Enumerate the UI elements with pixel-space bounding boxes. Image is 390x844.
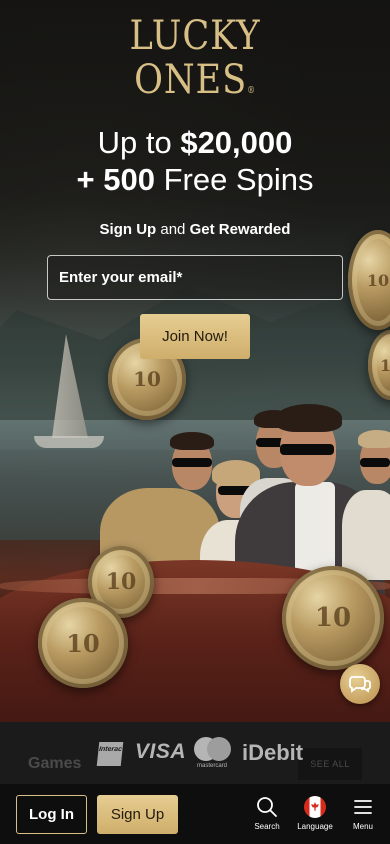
interac-logo: Interac	[96, 742, 124, 766]
headline-prefix: Up to	[97, 125, 172, 160]
headline-amount: $20,000	[180, 125, 293, 160]
payment-methods-strip: Games SEE ALL Interac VISA mastercard iD…	[0, 722, 390, 784]
chat-icon	[349, 676, 371, 693]
headline-line-1: Up to $20,000	[0, 124, 390, 161]
idebit-logo: iDebit	[242, 740, 304, 765]
promo-subline: Sign Up and Get Rewarded	[0, 221, 390, 238]
sailboat-hull	[34, 436, 104, 448]
registered-mark: ®	[247, 86, 256, 96]
nav-language-label: Language	[297, 822, 333, 831]
nav-language[interactable]: Language	[296, 796, 334, 831]
chat-button[interactable]	[340, 664, 380, 704]
email-input[interactable]	[47, 255, 343, 300]
nav-menu-label: Menu	[352, 822, 373, 831]
nav-search[interactable]: Search	[252, 796, 282, 831]
coin-decoration: 10	[38, 598, 128, 688]
canada-flag-icon	[304, 796, 326, 818]
nav-menu[interactable]: Menu	[348, 796, 378, 831]
hamburger-menu-icon	[354, 800, 372, 814]
promo-headline: Up to $20,000 + 500 Free Spins	[0, 124, 390, 198]
coin-decoration: 10	[282, 566, 384, 670]
subline-sign-up: Sign Up	[99, 221, 157, 238]
sign-up-button[interactable]: Sign Up	[97, 795, 178, 834]
subline-and: and	[160, 221, 186, 238]
mastercard-logo: mastercard	[192, 737, 232, 771]
log-in-button[interactable]: Log In	[16, 795, 87, 834]
visa-logo: VISA	[135, 740, 187, 763]
brand-logo[interactable]: LUCKY ONES®	[0, 14, 390, 113]
headline-spins-label: Free Spins	[163, 162, 314, 197]
mastercard-text: mastercard	[196, 763, 227, 769]
games-section-title: Games	[28, 755, 82, 772]
logo-line-2: ONES®	[23, 58, 366, 113]
headline-line-2: + 500 Free Spins	[0, 161, 390, 198]
see-all-link[interactable]: SEE ALL	[298, 748, 362, 780]
nav-search-label: Search	[254, 822, 280, 831]
logo-line-1: LUCKY	[129, 13, 261, 59]
search-icon	[257, 797, 277, 817]
mastercard-circle-right	[207, 737, 231, 761]
logo-line-2-text: ONES	[134, 57, 248, 103]
subline-get-rewarded: Get Rewarded	[189, 221, 291, 238]
headline-spins-count: + 500	[76, 162, 155, 197]
bottom-nav-bar: Log In Sign Up Search Language Menu	[0, 784, 390, 844]
join-now-button[interactable]: Join Now!	[140, 314, 250, 359]
